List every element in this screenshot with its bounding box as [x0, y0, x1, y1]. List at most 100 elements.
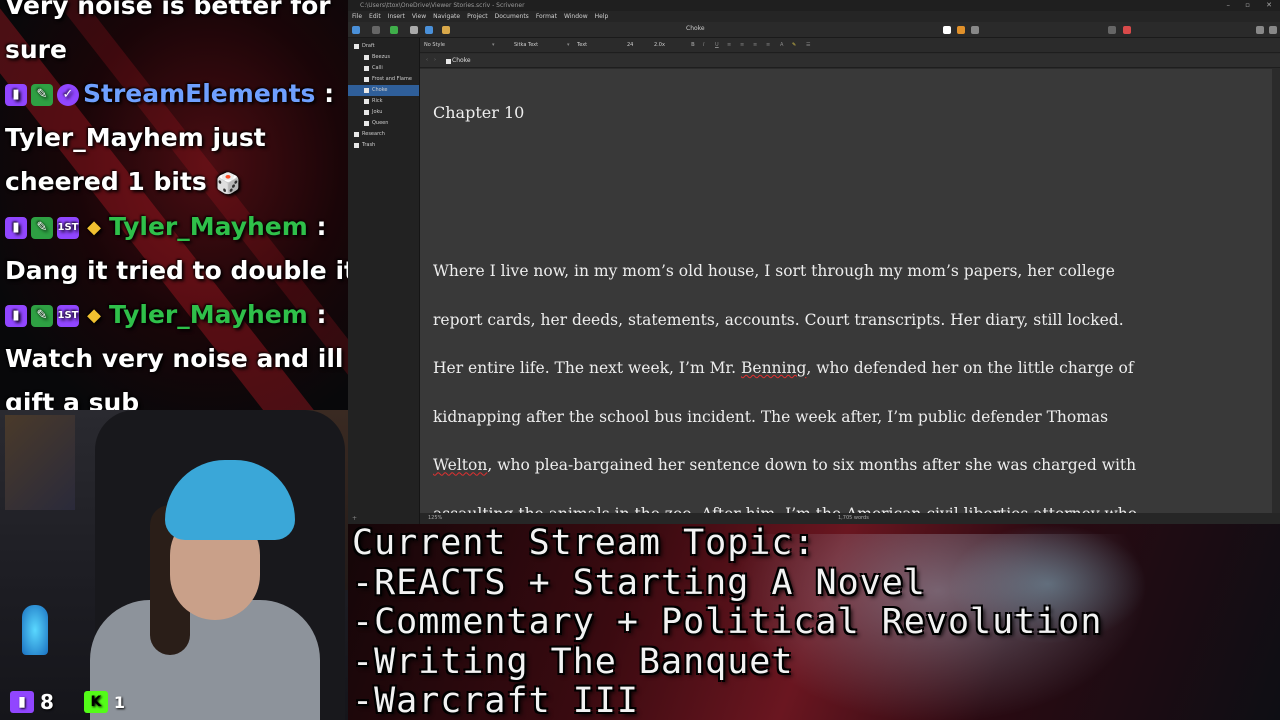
font-size-select[interactable]: 24 — [627, 42, 633, 48]
twitch-badge-icon: ▮ — [5, 217, 27, 239]
minimize-icon[interactable]: – — [1227, 0, 1231, 11]
binder-item-choke[interactable]: Choke — [348, 85, 419, 96]
chevron-down-icon[interactable]: ▾ — [492, 42, 495, 48]
maximize-icon[interactable]: ▫ — [1245, 0, 1250, 11]
font-face-select[interactable]: Text — [577, 42, 587, 48]
align-center-icon[interactable]: ≡ — [740, 42, 744, 48]
menu-insert[interactable]: Insert — [388, 11, 405, 22]
document-icon — [354, 132, 359, 137]
compose-icon[interactable] — [442, 26, 450, 34]
menu-file[interactable]: File — [352, 11, 362, 22]
binder-add-icon[interactable]: + — [352, 515, 357, 522]
lava-lamp — [22, 605, 48, 655]
menu-window[interactable]: Window — [564, 11, 588, 22]
menu-documents[interactable]: Documents — [495, 11, 529, 22]
text-color-icon[interactable]: A — [780, 42, 783, 48]
binder-item-draft[interactable]: Draft — [348, 41, 419, 52]
line-spacing-select[interactable]: 2.0x — [654, 42, 665, 48]
body-text-line: Welton, who plea-bargained her sentence … — [433, 441, 1263, 490]
twitch-viewer-count: ▮ 8 — [10, 690, 54, 714]
chat-username[interactable]: Tyler_Mayhem — [109, 212, 308, 241]
binder-item-research[interactable]: Research — [348, 129, 419, 140]
moderator-sword-icon: ✎ — [31, 217, 53, 239]
webcam-feed: ▮ 8 K 1 — [0, 410, 348, 720]
editor-document-title: Choke — [452, 57, 471, 64]
link-icon[interactable] — [425, 26, 433, 34]
menu-bar: File Edit Insert View Navigate Project D… — [348, 11, 1280, 22]
chat-message-text: Very noise is better for — [5, 0, 331, 20]
inspector-icon[interactable] — [1256, 26, 1264, 34]
editor-scrollbar[interactable] — [1272, 69, 1280, 513]
body-text-segment: Where I live now, in my mom’s old house,… — [433, 262, 1115, 280]
format-bar: No Style ▾ Sitka Text ▾ Text 24 2.0x B I… — [420, 38, 1280, 53]
font-family-select[interactable]: Sitka Text — [514, 42, 538, 48]
search-icon[interactable] — [1269, 26, 1277, 34]
zoom-level[interactable]: 125% — [428, 515, 442, 521]
menu-view[interactable]: View — [412, 11, 426, 22]
menu-navigate[interactable]: Navigate — [433, 11, 460, 22]
trash-icon[interactable] — [410, 26, 418, 34]
chat-username[interactable]: StreamElements — [83, 79, 315, 108]
align-left-icon[interactable]: ≡ — [727, 42, 731, 48]
menu-format[interactable]: Format — [536, 11, 557, 22]
binder-item-label: Frost and Flame — [372, 76, 412, 82]
stream-topic-item: -REACTS + Starting A Novel — [352, 562, 926, 603]
nav-forward-icon[interactable]: › — [434, 57, 436, 63]
underline-icon[interactable]: U — [715, 42, 719, 48]
binder-item-label: Research — [362, 131, 385, 137]
binder-item-calli[interactable]: Calli — [348, 63, 419, 74]
italic-icon[interactable]: I — [703, 42, 704, 48]
binder-item-label: Joku — [372, 109, 383, 115]
chat-message-text: gift a sub — [5, 388, 140, 410]
share-icon[interactable] — [1108, 26, 1116, 34]
binder-item-rick[interactable]: Rick — [348, 96, 419, 107]
scrivener-window: C:\Users\ttox\OneDrive\Viewer Stories.sc… — [348, 0, 1280, 524]
viewer-counts: ▮ 8 K 1 — [10, 690, 125, 714]
paragraph-style-select[interactable]: No Style — [424, 42, 445, 48]
justify-icon[interactable]: ≡ — [766, 42, 770, 48]
binder-item-trash[interactable]: Trash — [348, 140, 419, 151]
first-badge-icon: 1ST — [57, 305, 79, 327]
close-icon[interactable]: ✕ — [1266, 0, 1272, 11]
chat-username[interactable]: Tyler_Mayhem — [109, 300, 308, 329]
bookmark-icon[interactable] — [1123, 26, 1131, 34]
body-text-segment: report cards, her deeds, statements, acc… — [433, 310, 1124, 329]
history-icon[interactable] — [372, 26, 380, 34]
moderator-sword-icon: ✎ — [31, 84, 53, 106]
twitch-badge-icon: ▮ — [5, 305, 27, 327]
document-icon — [364, 99, 369, 104]
document-view-icon[interactable] — [943, 26, 951, 34]
menu-edit[interactable]: Edit — [369, 11, 381, 22]
stream-topic-panel: Current Stream Topic: -REACTS + Starting… — [348, 524, 1280, 720]
kick-viewer-count: K 1 — [83, 691, 125, 713]
list-icon[interactable]: ☰ — [806, 42, 810, 48]
window-titlebar: C:\Users\ttox\OneDrive\Viewer Stories.sc… — [348, 0, 1280, 11]
binder-toggle-icon[interactable] — [352, 26, 360, 34]
binder-item-label: Queen — [372, 120, 389, 126]
chevron-down-icon[interactable]: ▾ — [567, 42, 570, 48]
bold-icon[interactable]: B — [691, 42, 695, 48]
highlight-icon[interactable]: ✎ — [792, 42, 796, 48]
user-badges: ▮ ✎ 1ST ◆ — [5, 305, 105, 327]
editor-text-area[interactable]: Chapter 10 Where I live now, in my mom’s… — [420, 69, 1272, 513]
binder-item-queen[interactable]: Queen — [348, 118, 419, 129]
chat-message-text: Watch very noise and ill — [5, 344, 344, 373]
chat-message: ▮ ✎ 1ST ◆ Tyler_Mayhem : Watch very nois… — [0, 293, 348, 410]
misspelled-word: Benning — [741, 359, 807, 378]
menu-project[interactable]: Project — [467, 11, 488, 22]
binder-item-beezus[interactable]: Beezus — [348, 52, 419, 63]
align-right-icon[interactable]: ≡ — [753, 42, 757, 48]
stream-topic-item: -Commentary + Political Revolution — [352, 602, 1103, 642]
user-badges: ▮ ✎ ✓ — [5, 84, 79, 106]
chat-message: Very noise is better for sure — [0, 0, 348, 72]
menu-help[interactable]: Help — [595, 11, 609, 22]
first-badge-icon: 1ST — [57, 217, 79, 239]
nav-back-icon[interactable]: ‹ — [426, 57, 428, 63]
outline-view-icon[interactable] — [971, 26, 979, 34]
binder-item-frost-and-flame[interactable]: Frost and Flame — [348, 74, 419, 85]
binder-item-joku[interactable]: Joku — [348, 107, 419, 118]
add-item-icon[interactable] — [390, 26, 398, 34]
document-title-tab[interactable]: Choke — [686, 25, 705, 32]
corkboard-view-icon[interactable] — [957, 26, 965, 34]
binder-item-label: Calli — [372, 65, 383, 71]
